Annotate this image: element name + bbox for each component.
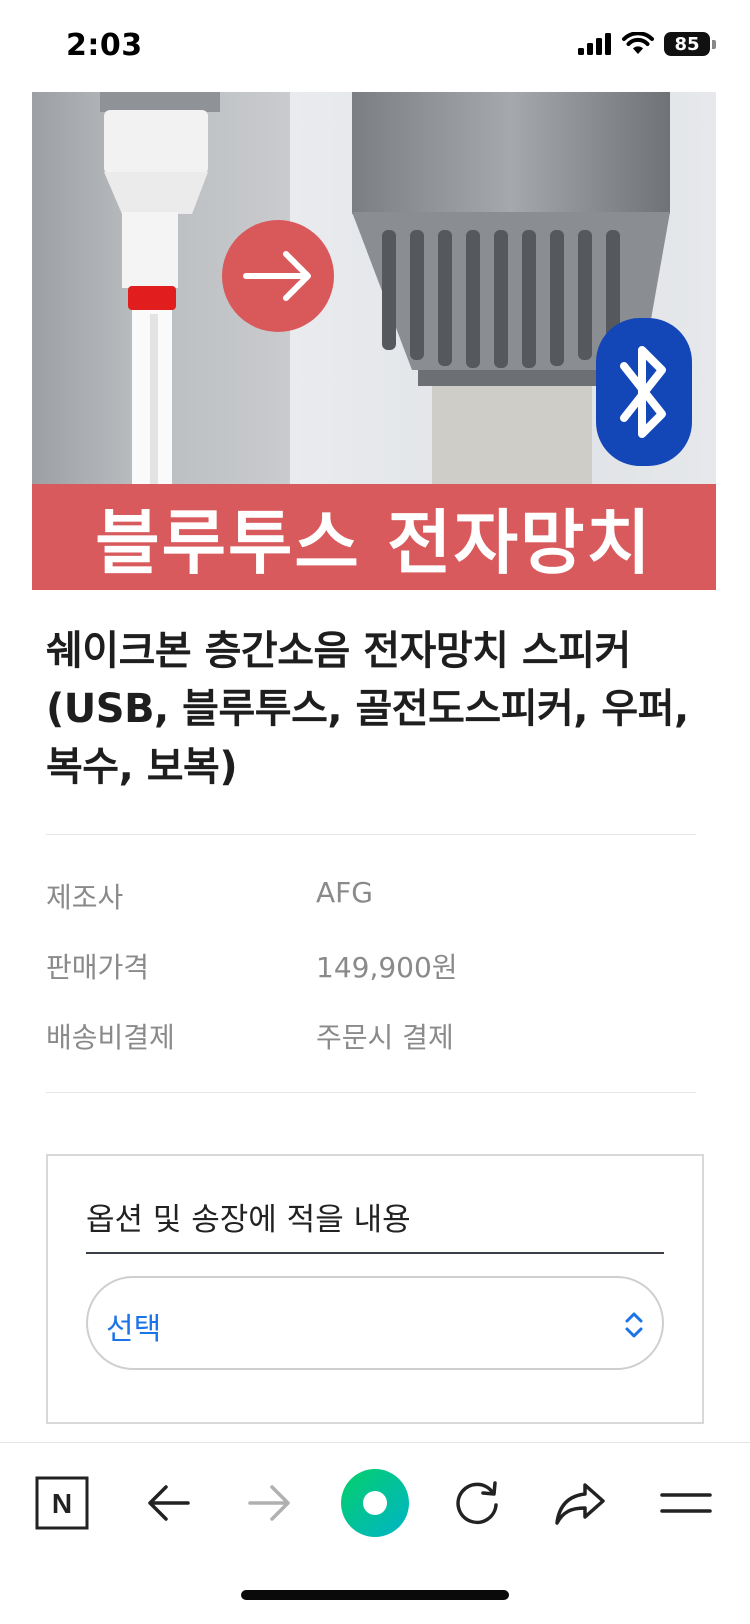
share-icon (555, 1483, 605, 1525)
option-box: 옵션 및 송장에 적을 내용 선택 (46, 1154, 704, 1424)
forward-arrow-icon (248, 1485, 290, 1521)
status-time: 2:03 (66, 28, 143, 63)
reload-icon (456, 1481, 498, 1525)
browser-toolbar: N (0, 1442, 750, 1562)
info-row-price: 판매가격 149,900원 (46, 946, 696, 990)
forward-button[interactable] (230, 1463, 310, 1543)
battery-icon: 85 (664, 32, 716, 56)
product-banner: 블루투스 전자망치 (32, 484, 716, 590)
wifi-icon (622, 32, 654, 54)
option-title-underline (86, 1252, 664, 1254)
option-select[interactable]: 선택 (86, 1276, 664, 1370)
share-button[interactable] (540, 1463, 620, 1543)
green-dot-button[interactable] (335, 1463, 415, 1543)
battery-level: 85 (664, 32, 710, 56)
info-value: 주문시 결제 (316, 1021, 454, 1054)
reload-button[interactable] (437, 1463, 517, 1543)
chevron-updown-icon (625, 1312, 643, 1338)
product-image: 블루투스 전자망치 (32, 92, 716, 590)
info-row-shipping: 배송비결제 주문시 결제 (46, 1016, 696, 1060)
right-arrow-circle-icon (222, 220, 334, 332)
info-value: AFG (316, 876, 373, 909)
info-label: 판매가격 (46, 951, 150, 984)
info-value: 149,900원 (316, 951, 458, 984)
status-bar: 2:03 85 (0, 0, 750, 92)
product-page: 블루투스 전자망치 쉐이크본 층간소음 전자망치 스피커(USB, 블루투스, … (10, 92, 740, 1442)
divider (46, 834, 696, 835)
option-select-value: 선택 (106, 1312, 162, 1347)
menu-icon (660, 1493, 712, 1513)
divider (46, 1092, 696, 1093)
status-icons: 85 (578, 32, 716, 56)
back-arrow-icon (148, 1485, 190, 1521)
option-title: 옵션 및 송장에 적을 내용 (86, 1202, 411, 1238)
svg-text:N: N (52, 1488, 72, 1519)
info-label: 제조사 (46, 881, 124, 914)
product-title: 쉐이크본 층간소음 전자망치 스피커(USB, 블루투스, 골전도스피커, 우퍼… (46, 628, 689, 790)
naver-home-button[interactable]: N (22, 1463, 102, 1543)
info-row-manufacturer: 제조사 AFG (46, 876, 696, 920)
signal-icon (578, 33, 611, 55)
info-label: 배송비결제 (46, 1021, 175, 1054)
naver-n-icon: N (35, 1476, 89, 1530)
back-button[interactable] (128, 1463, 208, 1543)
menu-button[interactable] (646, 1463, 726, 1543)
naver-green-dot-icon (341, 1469, 409, 1537)
bluetooth-icon (596, 318, 692, 466)
home-indicator[interactable] (241, 1590, 509, 1600)
